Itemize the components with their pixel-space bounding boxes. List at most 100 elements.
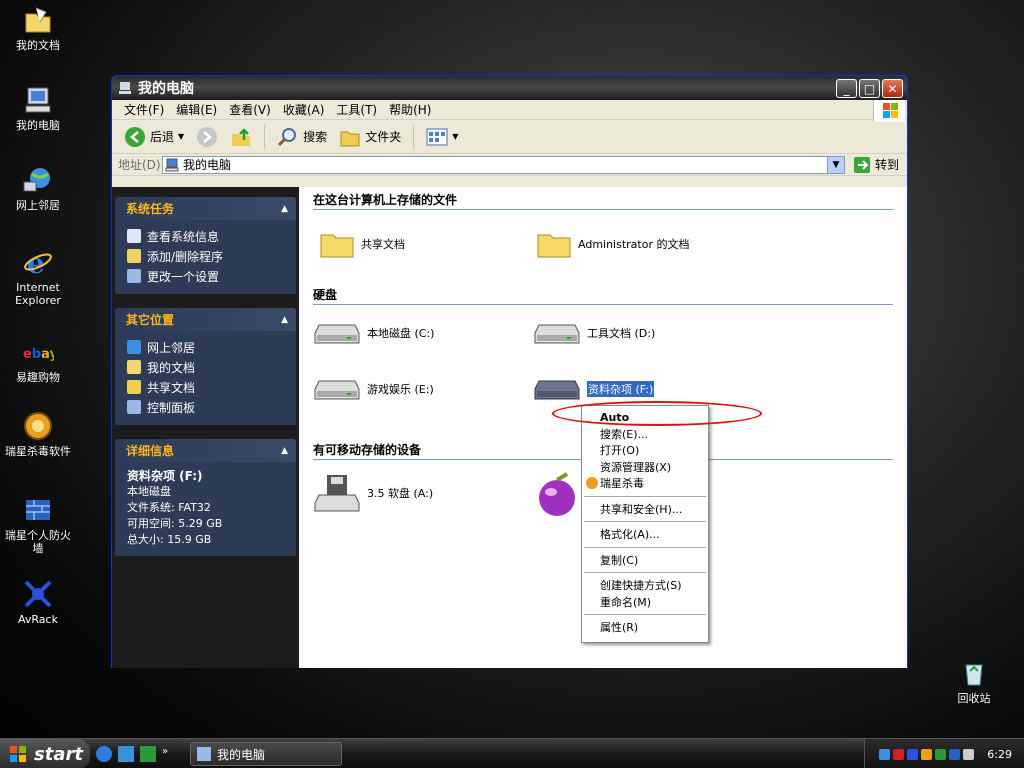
desktop-label: AvRack [18, 613, 58, 626]
item-label: 共享文档 [361, 238, 405, 251]
go-button[interactable]: 转到 [845, 156, 907, 174]
other-places-header[interactable]: 其它位置 ▲ [115, 308, 296, 331]
windows-flag-icon [10, 746, 26, 762]
place-my-documents[interactable]: 我的文档 [127, 357, 286, 377]
desktop-icon-my-documents[interactable]: 我的文档 [0, 4, 76, 52]
folder-shared-documents[interactable]: 共享文档 [319, 229, 405, 259]
start-button[interactable]: start [0, 739, 90, 768]
menu-file[interactable]: 文件(F) [118, 101, 170, 118]
place-control-panel[interactable]: 控制面板 [127, 397, 286, 417]
address-dropdown-icon[interactable]: ▼ [826, 156, 844, 173]
removable-device[interactable] [533, 470, 581, 518]
folder-admin-documents[interactable]: Administrator 的文档 [536, 229, 689, 259]
task-label: 更改一个设置 [147, 269, 220, 284]
task-add-remove-programs[interactable]: 添加/删除程序 [127, 246, 286, 266]
menu-item-format[interactable]: 格式化(A)... [582, 526, 708, 543]
volume-tray-icon[interactable] [963, 748, 975, 760]
menu-separator [584, 572, 706, 573]
show-desktop-icon[interactable] [140, 746, 156, 762]
shield-tray-icon[interactable] [935, 748, 947, 760]
menu-view[interactable]: 查看(V) [223, 101, 277, 118]
hard-drive-icon [534, 380, 580, 400]
search-button[interactable]: 搜索 [273, 124, 331, 150]
panel-title: 详细信息 [126, 444, 175, 458]
place-shared-documents[interactable]: 共享文档 [127, 377, 286, 397]
desktop-icon-rising-firewall[interactable]: 瑞星个人防火墙 [0, 494, 76, 555]
hard-drive-icon [534, 324, 580, 344]
avrack-tray-icon[interactable] [907, 748, 919, 760]
desktop-label: 瑞星杀毒软件 [5, 445, 71, 458]
address-input[interactable]: 我的电脑 ▼ [162, 155, 845, 174]
desktop-label: 我的文档 [16, 39, 60, 52]
add-remove-programs-icon [127, 249, 141, 263]
menu-favorites[interactable]: 收藏(A) [277, 101, 331, 118]
panel-body: 查看系统信息 添加/删除程序 更改一个设置 [115, 220, 296, 294]
desktop-icon-avrack[interactable]: AvRack [0, 578, 76, 626]
menu-item-open[interactable]: 打开(O) [582, 442, 708, 459]
maximize-button[interactable]: □ [859, 79, 880, 98]
drive-d[interactable]: 工具文档 (D:) [533, 321, 655, 345]
menu-item-search[interactable]: 搜索(E)... [582, 426, 708, 443]
firewall-tray-icon[interactable] [949, 748, 961, 760]
collapse-icon[interactable]: ▲ [281, 446, 288, 456]
back-button[interactable]: 后退 ▼ [120, 124, 188, 150]
close-button[interactable]: ✕ [882, 79, 903, 98]
network-places-icon[interactable] [118, 746, 134, 762]
views-button[interactable]: ▼ [422, 126, 462, 148]
group-header-files: 在这台计算机上存储的文件 [313, 191, 893, 210]
clock[interactable]: 6:29 [987, 748, 1012, 761]
menu-item-sharing[interactable]: 共享和安全(H)... [582, 501, 708, 518]
collapse-icon[interactable]: ▲ [281, 204, 288, 214]
desktop-icon-ie[interactable]: e Internet Explorer [0, 246, 76, 307]
system-tasks-header[interactable]: 系统任务 ▲ [115, 197, 296, 220]
internet-explorer-icon[interactable] [96, 746, 112, 762]
collapse-icon[interactable]: ▲ [281, 315, 288, 325]
folders-button[interactable]: 文件夹 [335, 124, 405, 150]
rising-tray-icon[interactable] [921, 748, 933, 760]
desktop-icon-rising-antivirus[interactable]: 瑞星杀毒软件 [0, 410, 76, 458]
title-bar[interactable]: 我的电脑 [112, 76, 907, 100]
quick-launch: » [96, 746, 168, 762]
windows-logo [873, 100, 905, 122]
up-folder-icon [232, 127, 251, 146]
menu-item-copy[interactable]: 复制(C) [582, 552, 708, 569]
drive-a-floppy[interactable]: 3.5 软盘 (A:) [313, 473, 433, 513]
up-folder-button[interactable] [226, 124, 256, 150]
menu-edit[interactable]: 编辑(E) [170, 101, 223, 118]
task-change-setting[interactable]: 更改一个设置 [127, 266, 286, 286]
menu-item-create-shortcut[interactable]: 创建快捷方式(S) [582, 577, 708, 594]
drive-f[interactable]: 资料杂项 (F:) [533, 377, 655, 401]
address-label: 地址(D) [118, 158, 161, 172]
chevron-right-icon[interactable]: » [162, 746, 168, 762]
back-label: 后退 [150, 130, 175, 144]
drive-e[interactable]: 游戏娱乐 (E:) [313, 377, 434, 401]
avrack-icon [24, 580, 52, 608]
control-panel-icon [127, 400, 141, 414]
chevron-down-icon[interactable]: ▼ [178, 132, 184, 141]
taskbar-button-my-computer[interactable]: 我的电脑 [190, 742, 342, 766]
drive-c[interactable]: 本地磁盘 (C:) [313, 321, 434, 345]
menu-item-rising-scan[interactable]: 瑞星杀毒 [582, 475, 708, 492]
forward-button[interactable] [192, 124, 222, 150]
my-computer-icon [119, 82, 131, 94]
place-network[interactable]: 网上邻居 [127, 337, 286, 357]
ati-tray-icon[interactable] [893, 748, 905, 760]
network-tray-icon[interactable] [879, 748, 891, 760]
menu-separator [584, 495, 706, 497]
menu-help[interactable]: 帮助(H) [383, 101, 437, 118]
toolbar-separator [264, 124, 266, 149]
desktop-icon-recycle-bin[interactable]: 回收站 [936, 657, 1012, 705]
desktop-icon-ebay[interactable]: ebay 易趣购物 [0, 336, 76, 384]
task-label: 网上邻居 [147, 340, 196, 355]
rising-antivirus-icon [24, 412, 52, 440]
menu-item-properties[interactable]: 属性(R) [582, 619, 708, 636]
desktop-icon-network[interactable]: 网上邻居 [0, 164, 76, 212]
menu-item-explorer[interactable]: 资源管理器(X) [582, 459, 708, 476]
minimize-button[interactable]: _ [836, 79, 857, 98]
task-view-system-info[interactable]: 查看系统信息 [127, 226, 286, 246]
menu-tools[interactable]: 工具(T) [330, 101, 383, 118]
desktop-icon-my-computer[interactable]: 我的电脑 [0, 84, 76, 132]
panel-body: 网上邻居 我的文档 共享文档 控制面板 [115, 331, 296, 425]
menu-item-rename[interactable]: 重命名(M) [582, 594, 708, 611]
details-header[interactable]: 详细信息 ▲ [115, 439, 296, 462]
